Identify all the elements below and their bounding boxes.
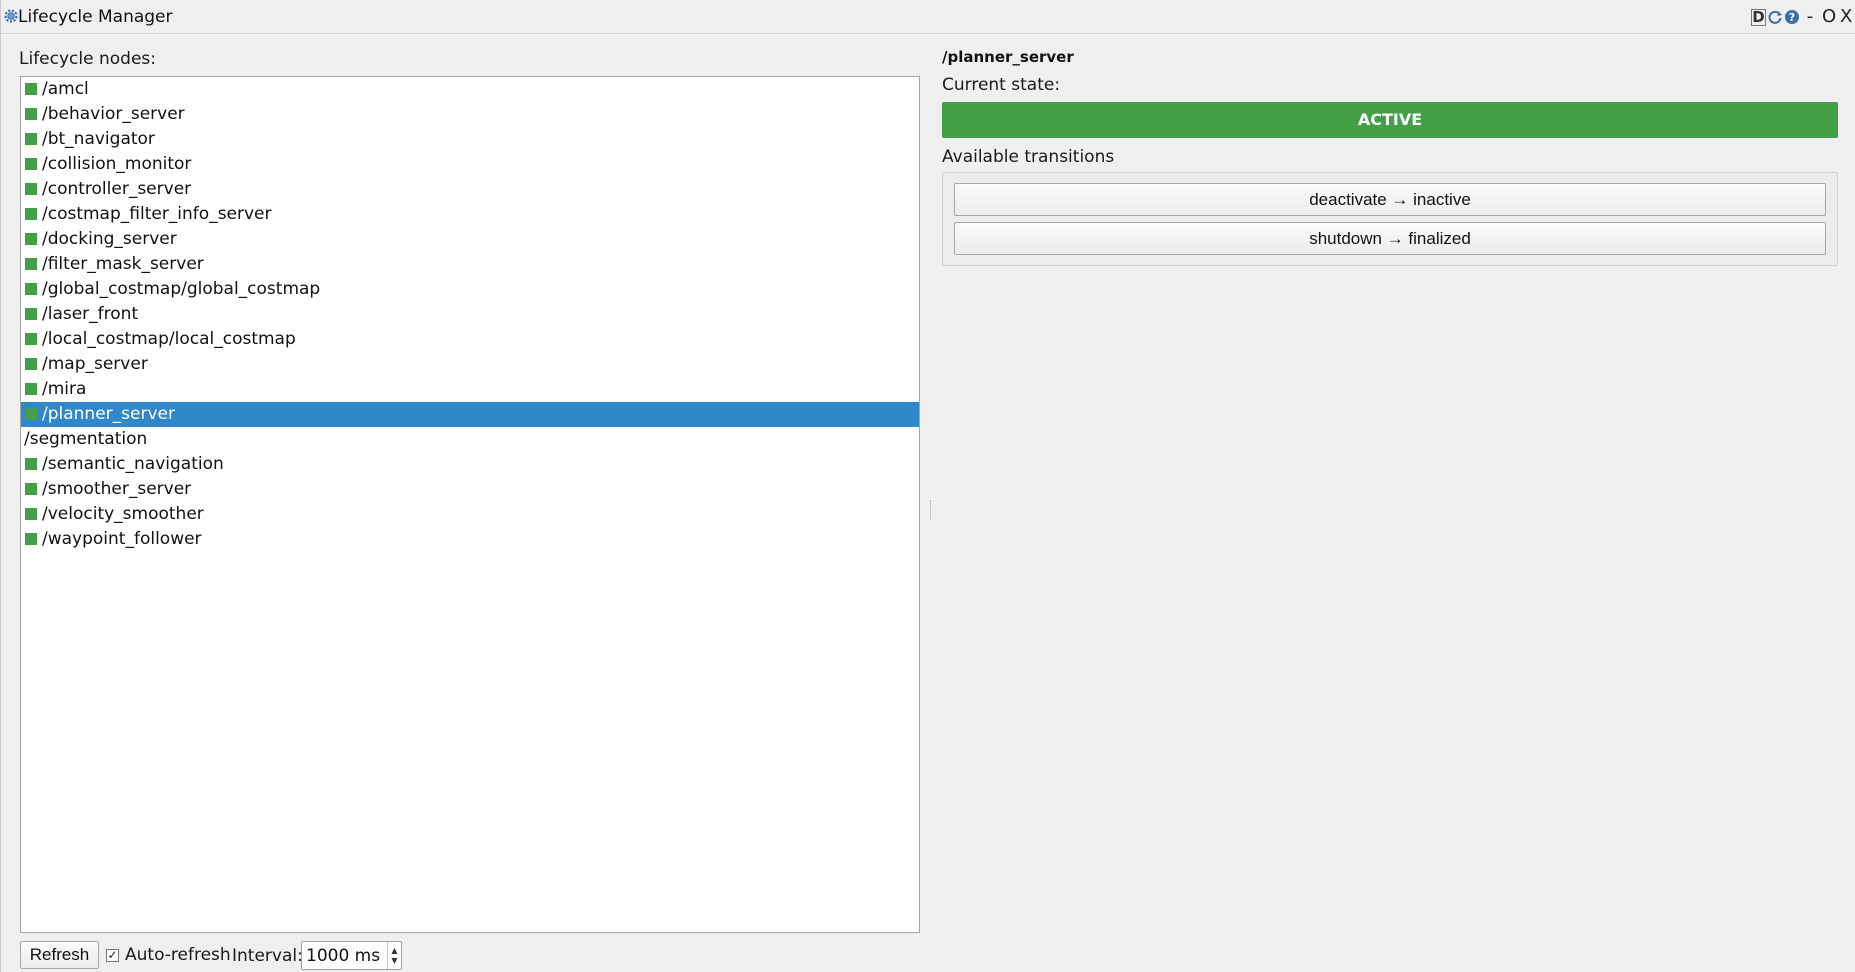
status-indicator-icon (25, 458, 37, 470)
status-indicator-icon (25, 208, 37, 220)
auto-refresh-toggle[interactable]: ✓ Auto-refresh (106, 945, 231, 965)
splitter-handle[interactable] (930, 500, 934, 520)
node-name: /map_server (42, 354, 148, 374)
status-indicator-icon (25, 508, 37, 520)
status-indicator-icon (25, 483, 37, 495)
node-name: /costmap_filter_info_server (42, 204, 272, 224)
node-list-item[interactable]: /segmentation (21, 427, 919, 452)
node-name: /behavior_server (42, 104, 185, 124)
node-name: /global_costmap/global_costmap (42, 279, 321, 299)
available-transitions-label: Available transitions (942, 147, 1115, 167)
maximize-button[interactable]: O (1822, 6, 1836, 27)
node-list-item[interactable]: /costmap_filter_info_server (21, 202, 919, 227)
lifecycle-manager-window: Lifecycle Manager D ? - O X Lifecycle no… (0, 0, 1855, 972)
help-icon[interactable]: ? (1783, 9, 1800, 26)
dock-icon[interactable]: D (1751, 8, 1766, 26)
node-list[interactable]: /amcl/behavior_server/bt_navigator/colli… (20, 76, 920, 933)
status-indicator-icon (25, 333, 37, 345)
node-list-item[interactable]: /map_server (21, 352, 919, 377)
status-indicator-icon (25, 383, 37, 395)
close-button[interactable]: X (1840, 6, 1852, 27)
refresh-button[interactable]: Refresh (20, 941, 99, 969)
status-indicator-icon (25, 183, 37, 195)
node-list-item[interactable]: /velocity_smoother (21, 502, 919, 527)
status-indicator-icon (25, 158, 37, 170)
node-name: /waypoint_follower (42, 529, 202, 549)
status-indicator-icon (25, 533, 37, 545)
node-list-item[interactable]: /amcl (21, 77, 919, 102)
svg-text:?: ? (1788, 11, 1794, 24)
node-name: /segmentation (24, 429, 148, 449)
transition-button-deactivate[interactable]: deactivate → inactive (954, 183, 1826, 216)
node-list-item[interactable]: /laser_front (21, 302, 919, 327)
minimize-button[interactable]: - (1804, 6, 1816, 27)
window-controls: - O X (1804, 6, 1853, 27)
node-name: /filter_mask_server (42, 254, 204, 274)
node-name: /mira (42, 379, 87, 399)
interval-input[interactable] (306, 945, 384, 966)
node-list-item[interactable]: /controller_server (21, 177, 919, 202)
node-list-item[interactable]: /docking_server (21, 227, 919, 252)
node-name: /local_costmap/local_costmap (42, 329, 296, 349)
node-name: /collision_monitor (42, 154, 192, 174)
node-name: /docking_server (42, 229, 177, 249)
spin-up-icon[interactable]: ▲ (391, 946, 397, 956)
node-list-item[interactable]: /behavior_server (21, 102, 919, 127)
node-name: /controller_server (42, 179, 192, 199)
node-list-item[interactable]: /filter_mask_server (21, 252, 919, 277)
interval-spinbox[interactable]: ▲ ▼ (301, 941, 402, 970)
node-name: /bt_navigator (42, 129, 155, 149)
node-list-item[interactable]: /waypoint_follower (21, 527, 919, 552)
status-indicator-icon (25, 408, 37, 420)
state-badge: ACTIVE (942, 102, 1838, 138)
status-indicator-icon (25, 358, 37, 370)
node-name: /amcl (42, 79, 89, 99)
auto-refresh-checkbox[interactable]: ✓ (106, 948, 119, 962)
current-state-label: Current state: (942, 75, 1061, 95)
spin-down-icon[interactable]: ▼ (391, 956, 397, 966)
status-indicator-icon (25, 283, 37, 295)
node-list-item[interactable]: /smoother_server (21, 477, 919, 502)
status-indicator-icon (25, 108, 37, 120)
node-name: /semantic_navigation (42, 454, 224, 474)
node-list-item[interactable]: /local_costmap/local_costmap (21, 327, 919, 352)
title-tools: D ? (1751, 8, 1800, 26)
transition-button-shutdown[interactable]: shutdown → finalized (954, 222, 1826, 255)
gear-icon (4, 9, 18, 23)
status-indicator-icon (25, 83, 37, 95)
interval-label: Interval: (232, 946, 303, 966)
node-name: /laser_front (42, 304, 139, 324)
transitions-group: deactivate → inactive shutdown → finaliz… (942, 172, 1838, 266)
node-list-item[interactable]: /planner_server (21, 402, 919, 427)
status-indicator-icon (25, 308, 37, 320)
node-name: /planner_server (42, 404, 175, 424)
window-title: Lifecycle Manager (18, 7, 173, 27)
title-bar: Lifecycle Manager D ? - O X (1, 0, 1855, 34)
reload-icon[interactable] (1766, 9, 1783, 26)
auto-refresh-label: Auto-refresh (125, 945, 231, 965)
status-indicator-icon (25, 258, 37, 270)
node-list-item[interactable]: /semantic_navigation (21, 452, 919, 477)
node-list-item[interactable]: /mira (21, 377, 919, 402)
node-list-item[interactable]: /collision_monitor (21, 152, 919, 177)
status-indicator-icon (25, 233, 37, 245)
node-name: /velocity_smoother (42, 504, 204, 524)
lifecycle-nodes-label: Lifecycle nodes: (19, 49, 156, 69)
node-list-item[interactable]: /global_costmap/global_costmap (21, 277, 919, 302)
status-indicator-icon (25, 133, 37, 145)
node-list-item[interactable]: /bt_navigator (21, 127, 919, 152)
node-name: /smoother_server (42, 479, 192, 499)
selected-node-title: /planner_server (942, 48, 1074, 66)
spin-arrows[interactable]: ▲ ▼ (387, 942, 401, 969)
